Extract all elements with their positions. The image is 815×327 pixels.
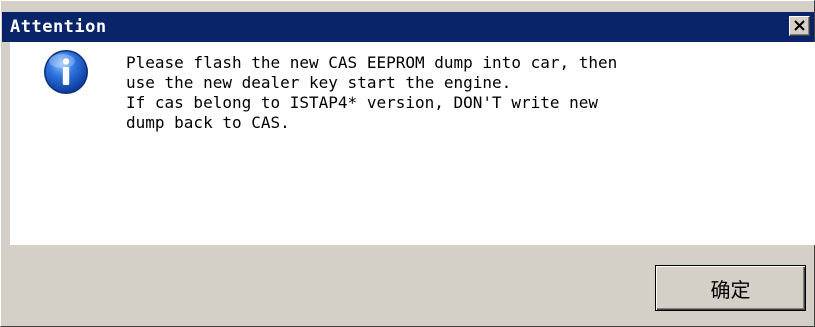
title-bar[interactable]: Attention — [2, 12, 814, 42]
close-icon — [794, 20, 805, 31]
message-line: Please flash the new CAS EEPROM dump int… — [126, 53, 618, 72]
ok-button[interactable]: 确定 — [655, 265, 806, 311]
attention-dialog: Attention Please flash the new CAS EEPRO… — [0, 0, 815, 327]
message-line: use the new dealer key start the engine. — [126, 73, 512, 92]
info-icon — [44, 50, 88, 94]
message-text: Please flash the new CAS EEPROM dump int… — [126, 53, 786, 133]
message-line: dump back to CAS. — [126, 113, 290, 132]
close-button[interactable] — [789, 16, 810, 36]
message-line: If cas belong to ISTAP4* version, DON'T … — [126, 93, 599, 112]
dialog-title: Attention — [10, 17, 107, 37]
